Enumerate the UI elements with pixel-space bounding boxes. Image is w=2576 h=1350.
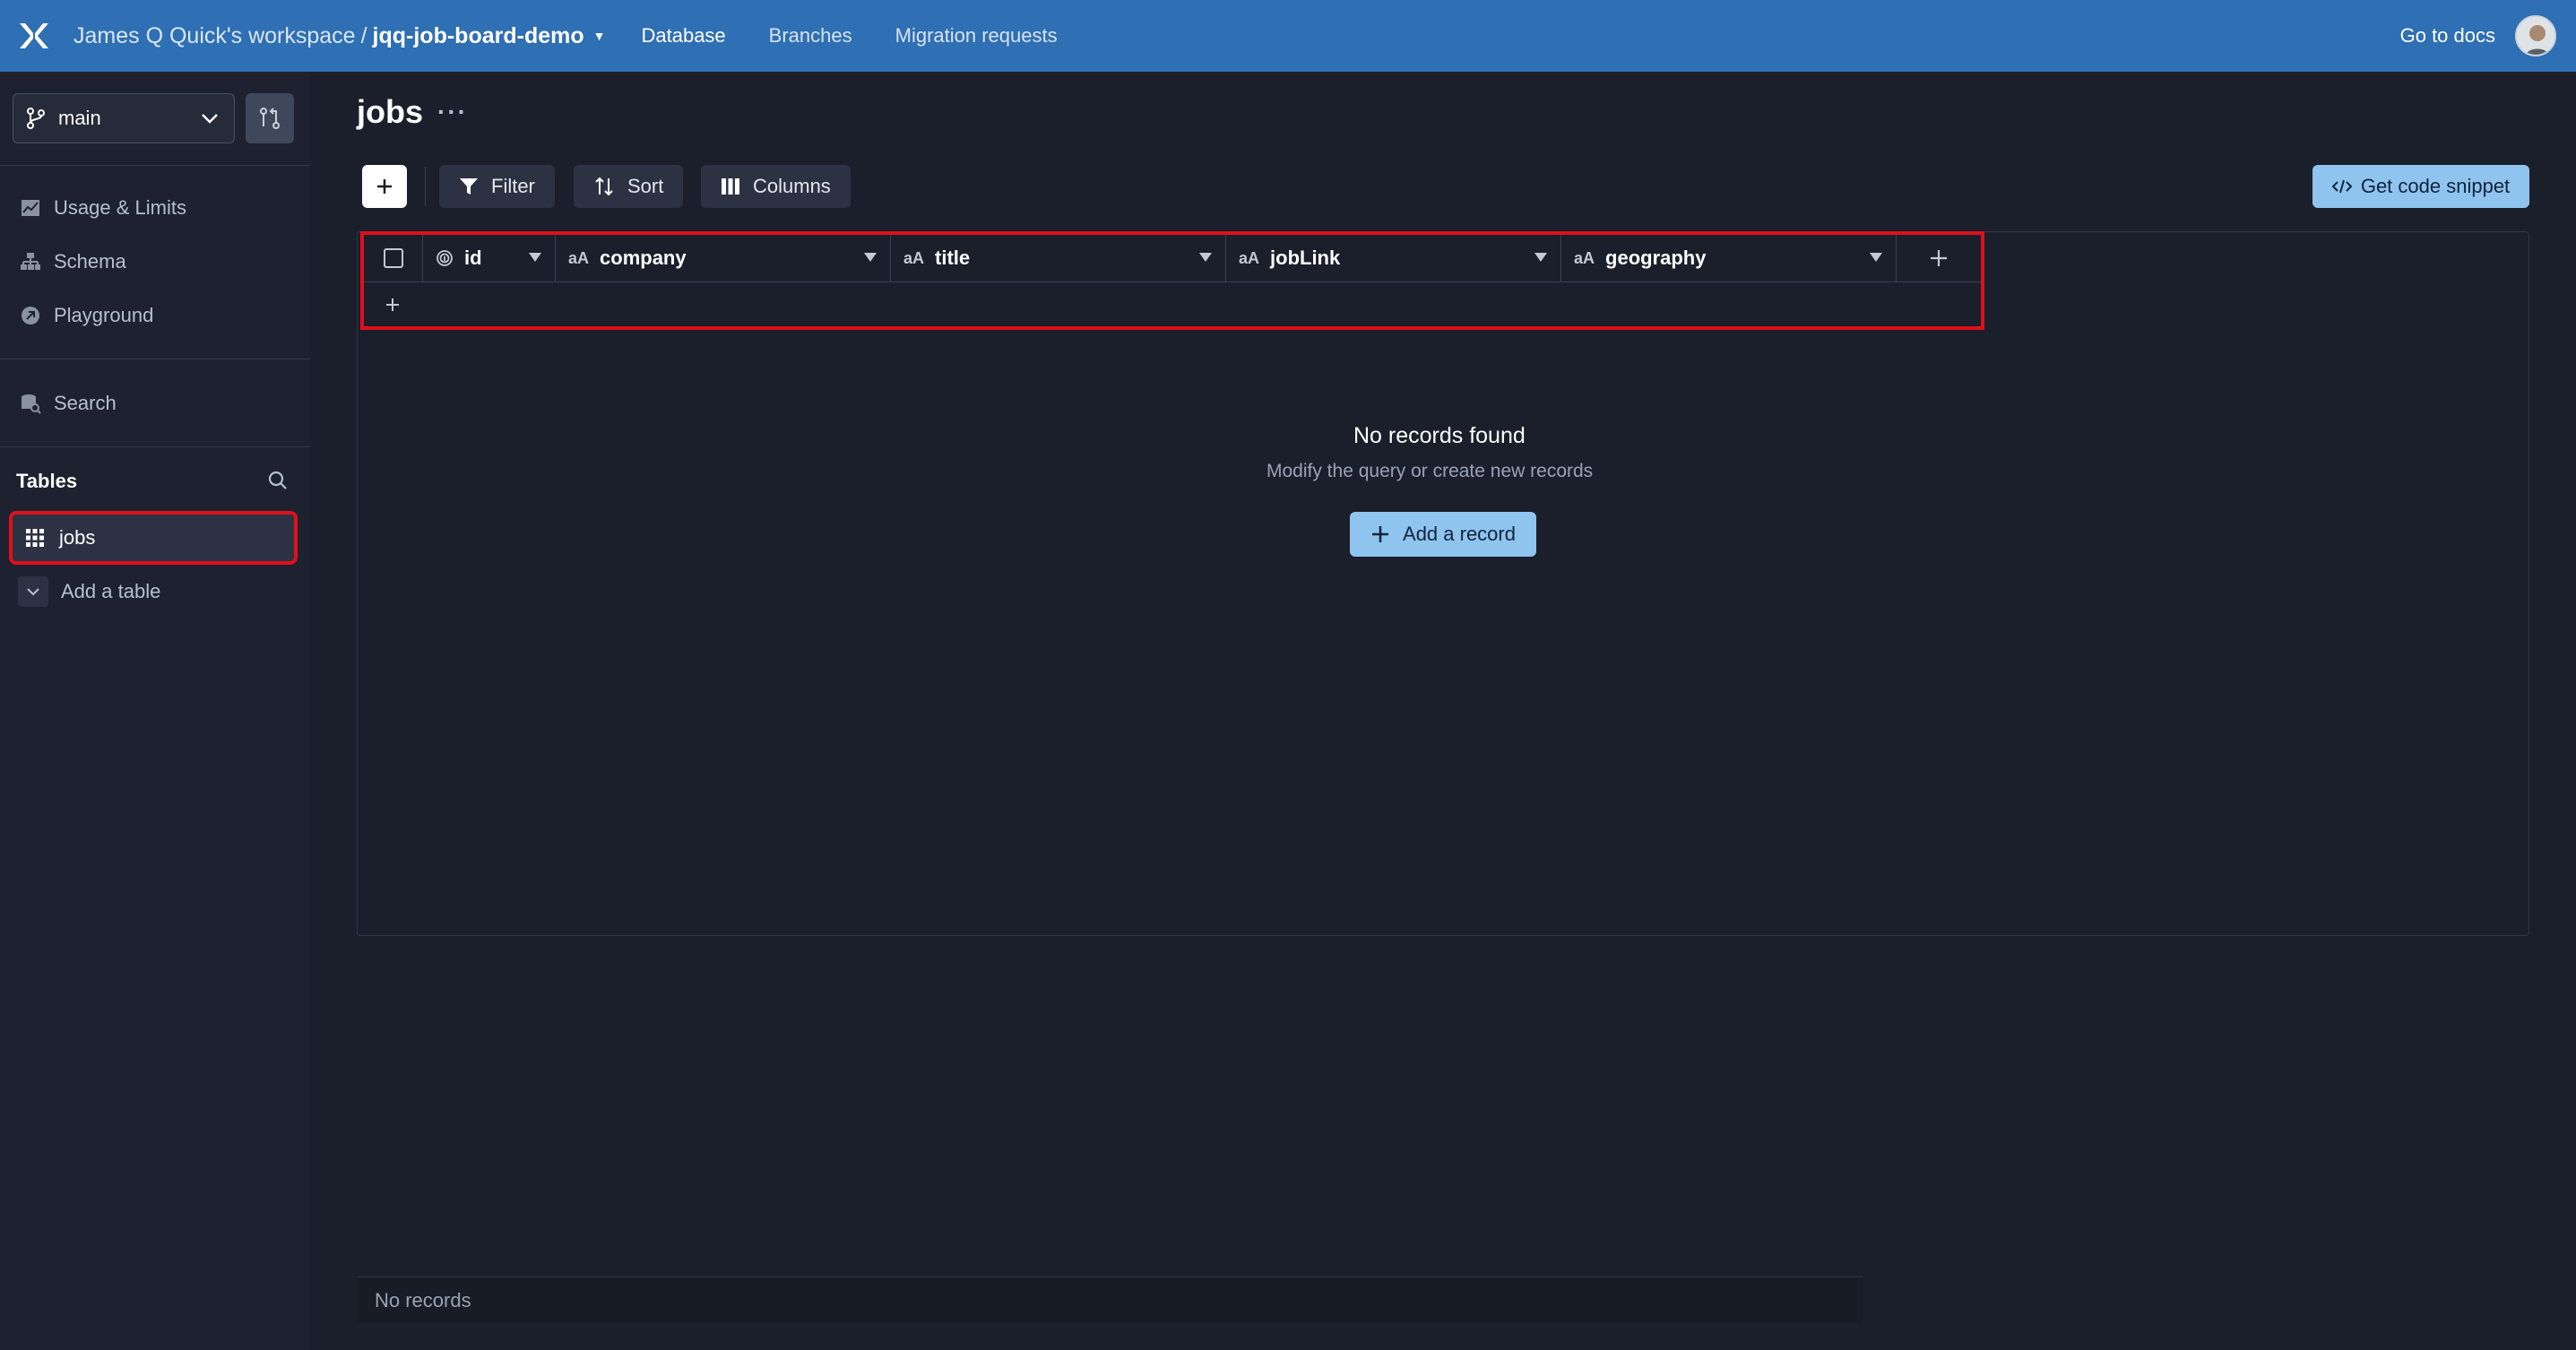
xata-logo-icon[interactable] [18,20,50,52]
sort-button[interactable]: Sort [574,165,684,208]
text-type-icon: aA [1574,248,1595,267]
add-table-label: Add a table [61,580,161,602]
workspace-breadcrumb[interactable]: James Q Quick's workspace [73,23,356,49]
column-name: company [600,247,687,269]
chevron-down-icon [18,576,48,607]
chevron-down-icon [202,114,218,124]
playground-icon [22,307,39,325]
git-compare-icon [260,108,280,129]
sidebar-item-label: Usage & Limits [54,196,186,219]
text-type-icon: aA [568,248,590,267]
filter-button[interactable]: Filter [439,165,555,208]
column-name: id [464,247,482,269]
add-column-button[interactable] [362,165,407,208]
grid-footer: No records [357,1276,1863,1323]
top-bar: James Q Quick's workspace / jqq-job-boar… [0,0,2576,72]
plus-icon [377,179,392,194]
empty-state-subtitle: Modify the query or create new records [1266,461,1594,481]
column-header-company[interactable]: aA company [556,235,891,281]
column-name: jobLink [1270,247,1341,269]
page-title: jobs ··· [357,93,468,131]
breadcrumb-separator: / [360,22,367,48]
tab-database[interactable]: Database [641,24,725,48]
select-all-cell [364,235,423,281]
columns-icon [722,178,739,195]
data-grid [357,231,2529,936]
tables-heading: Tables [16,470,78,492]
empty-state-title: No records found [1353,423,1526,448]
sidebar-item-label: Search [54,392,117,414]
caret-down-icon[interactable] [1198,251,1213,264]
column-header-joblink[interactable]: aA jobLink [1226,235,1561,281]
code-icon [2331,179,2352,194]
caret-down-icon[interactable]: ▼ [593,29,606,43]
column-header-geography[interactable]: aA geography [1561,235,1897,281]
sidebar-divider [0,165,310,166]
caret-down-icon[interactable] [528,251,542,264]
select-all-checkbox[interactable] [383,248,403,268]
grid-header: id aA company aA title aA jobLink aA geo… [360,231,1984,330]
text-type-icon: aA [903,248,925,267]
add-record-button[interactable]: Add a record [1350,512,1536,557]
user-avatar-icon [2517,17,2554,55]
get-code-snippet-button[interactable]: Get code snippet [2312,165,2529,208]
caret-down-icon[interactable] [1534,251,1548,264]
add-column-header[interactable] [1897,235,1981,281]
sidebar: main Usage & Limits Schema Playground Se… [0,72,310,1350]
fingerprint-icon [437,250,453,266]
snippet-label: Get code snippet [2360,175,2511,197]
plus-icon [1931,250,1947,266]
sort-icon [595,177,613,196]
branch-name: main [58,107,101,129]
go-to-docs-link[interactable]: Go to docs [2400,24,2495,48]
filter-icon [460,178,478,195]
table-title: jobs [357,93,424,130]
column-header-id[interactable]: id [423,235,556,281]
table-name: jobs [59,526,96,549]
database-breadcrumb[interactable]: jqq-job-board-demo [373,23,584,49]
sidebar-divider [0,446,310,447]
add-table-button[interactable]: Add a table [18,574,160,610]
row-divider [364,281,1981,282]
caret-down-icon[interactable] [863,251,877,264]
table-grid-icon [26,529,44,547]
columns-label: Columns [753,175,831,197]
sidebar-item-search[interactable]: Search [20,385,117,421]
column-name: geography [1605,247,1707,269]
caret-down-icon[interactable] [1869,251,1883,264]
add-row-plus-icon[interactable] [384,296,402,314]
search-db-icon [22,394,41,414]
text-type-icon: aA [1239,248,1260,267]
column-name: title [935,247,971,269]
chart-icon [22,200,39,216]
add-record-label: Add a record [1403,523,1516,545]
more-options-icon[interactable]: ··· [437,98,468,126]
git-branch-icon [27,108,45,129]
sidebar-item-schema[interactable]: Schema [20,244,126,280]
branch-selector[interactable]: main [13,93,235,143]
sidebar-item-playground[interactable]: Playground [20,298,153,333]
plus-icon [1372,526,1389,542]
tab-migration-requests[interactable]: Migration requests [895,24,1058,48]
tab-branches[interactable]: Branches [769,24,852,48]
sidebar-item-usage[interactable]: Usage & Limits [20,190,186,226]
sidebar-item-label: Playground [54,304,154,326]
avatar[interactable] [2515,15,2556,56]
schema-icon [21,253,40,270]
sidebar-item-jobs[interactable]: jobs [9,511,298,565]
filter-label: Filter [491,175,535,197]
columns-button[interactable]: Columns [701,165,851,208]
toolbar-divider [425,167,426,206]
record-count: No records [375,1288,471,1311]
sort-label: Sort [627,175,664,197]
column-header-title[interactable]: aA title [891,235,1226,281]
compare-branches-button[interactable] [246,93,294,143]
sidebar-item-label: Schema [54,250,126,273]
search-icon[interactable] [267,470,289,491]
